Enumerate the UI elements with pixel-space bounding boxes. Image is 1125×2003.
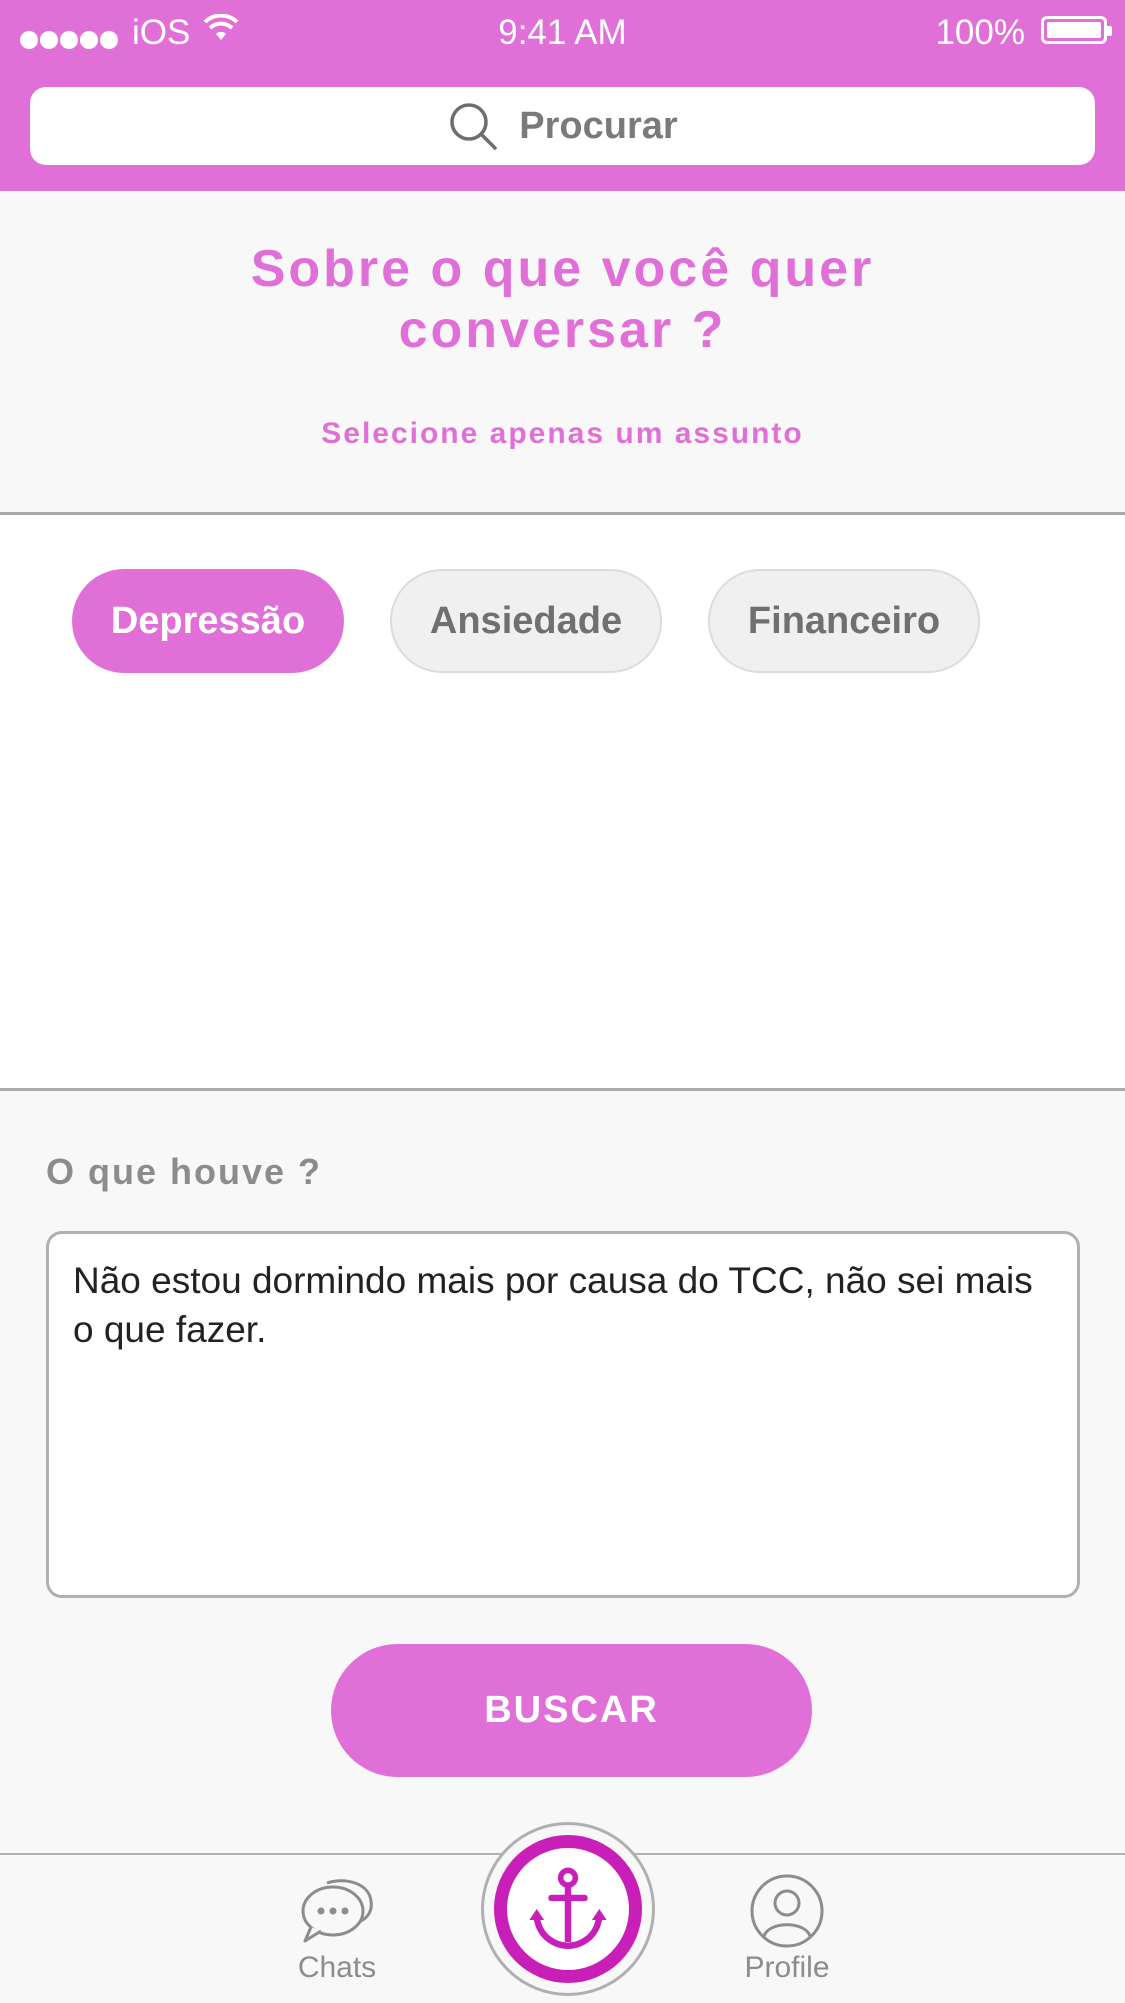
battery-percentage: 100% <box>935 13 1025 52</box>
topic-financeiro[interactable]: Financeiro <box>708 569 980 673</box>
search-input[interactable]: Procurar <box>30 87 1095 165</box>
header: iOS 9:41 AM 100% Procurar <box>0 0 1125 191</box>
details-section: O que houve ? Não estou dormindo mais po… <box>0 1091 1125 1853</box>
search-placeholder: Procurar <box>519 104 678 147</box>
topic-selector: Depressão Ansiedade Financeiro <box>0 515 1125 1091</box>
question-section: Sobre o que você quer conversar ? Seleci… <box>0 191 1125 515</box>
page-title: Sobre o que você quer conversar ? <box>250 240 875 359</box>
tab-chats-label: Chats <box>297 1951 377 1984</box>
tab-chats[interactable]: Chats <box>247 1855 427 2003</box>
tab-profile[interactable]: Profile <box>697 1855 877 2003</box>
search-icon <box>450 103 498 150</box>
topic-ansiedade[interactable]: Ansiedade <box>390 569 662 673</box>
page-subtitle: Selecione apenas um assunto <box>321 417 804 450</box>
chat-bubbles-icon <box>301 1879 373 1943</box>
tab-profile-label: Profile <box>744 1951 830 1984</box>
status-bar: iOS 9:41 AM 100% <box>0 0 1125 70</box>
anchor-home-button[interactable] <box>481 1822 655 1996</box>
anchor-icon <box>529 1867 607 1950</box>
user-circle-icon <box>750 1874 824 1948</box>
search-button[interactable]: BUSCAR <box>331 1644 812 1777</box>
battery-icon <box>1041 16 1112 44</box>
anchor-button-core <box>507 1848 629 1970</box>
topic-depressao[interactable]: Depressão <box>72 569 344 673</box>
details-textarea[interactable]: Não estou dormindo mais por causa do TCC… <box>46 1231 1080 1598</box>
anchor-button-ring <box>494 1835 642 1983</box>
details-label: O que houve ? <box>46 1151 323 1192</box>
